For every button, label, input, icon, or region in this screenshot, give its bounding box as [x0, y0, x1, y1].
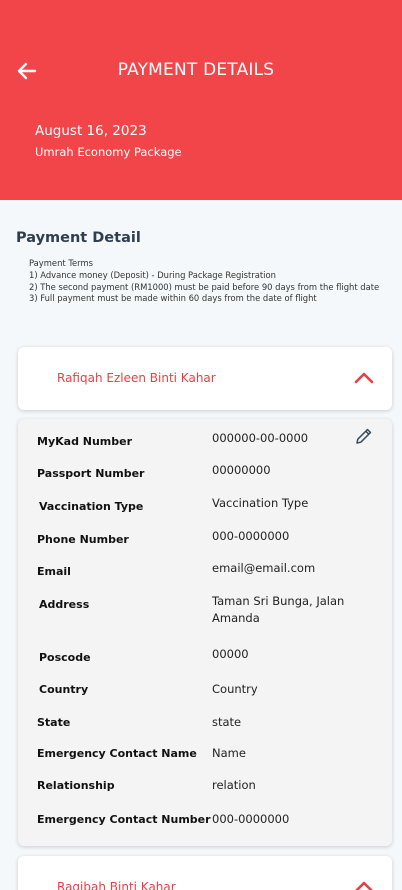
payment-term-item: 2) The second payment (RM1000) must be p…: [29, 281, 380, 292]
field-value-emergency-number: 000-0000000: [212, 812, 290, 826]
field-value-vaccination: Vaccination Type: [212, 496, 309, 510]
field-label-country: Country: [39, 683, 89, 696]
booking-date: August 16, 2023: [35, 123, 147, 139]
field-value-email: email@email.com: [212, 561, 316, 575]
section-title: Payment Detail: [16, 230, 141, 246]
chevron-up-icon: [355, 881, 373, 890]
field-label-emergency-number: Emergency Contact Number: [37, 813, 211, 826]
field-label-state: State: [37, 716, 71, 729]
pilgrim-name: Rafiqah Ezleen Binti Kahar: [57, 371, 216, 385]
package-name: Umrah Economy Package: [35, 145, 182, 159]
header-banner: PAYMENT DETAILS August 16, 2023 Umrah Ec…: [0, 0, 402, 200]
field-value-emergency-name: Name: [212, 746, 246, 760]
field-value-poscode: 00000: [212, 647, 249, 661]
page-title: PAYMENT DETAILS: [117, 60, 275, 80]
field-label-poscode: Poscode: [39, 651, 91, 664]
field-value-mykad: 000000-00-0000: [212, 431, 309, 445]
field-label-emergency-name: Emergency Contact Name: [37, 747, 197, 760]
field-label-email: Email: [37, 565, 71, 578]
field-value-relationship: relation: [212, 778, 256, 792]
payment-term-item: 3) Full payment must be made within 60 d…: [29, 293, 317, 304]
pilgrim-name: Raqibah Binti Kahar: [57, 880, 176, 890]
field-value-phone: 000-0000000: [212, 529, 290, 543]
pilgrim-details-panel: MyKad Number 000000-00-0000 Passport Num…: [18, 419, 392, 846]
field-value-passport: 00000000: [212, 463, 271, 477]
field-label-address: Address: [39, 598, 90, 611]
pilgrim-card-header[interactable]: Raqibah Binti Kahar: [18, 856, 392, 890]
field-label-phone: Phone Number: [37, 533, 129, 546]
field-label-passport: Passport Number: [37, 467, 145, 480]
payment-term-item: 1) Advance money (Deposit) - During Pack…: [29, 269, 276, 280]
field-label-mykad: MyKad Number: [37, 435, 133, 448]
payment-terms-heading: Payment Terms: [29, 258, 93, 268]
field-value-state: state: [212, 715, 242, 729]
pilgrim-card-header[interactable]: Rafiqah Ezleen Binti Kahar: [18, 347, 392, 410]
payment-terms: Payment Terms 1) Advance money (Deposit)…: [29, 258, 399, 305]
field-value-country: Country: [212, 682, 258, 696]
field-label-vaccination: Vaccination Type: [39, 500, 144, 513]
collapse-button[interactable]: [354, 369, 374, 385]
field-value-address: Taman Sri Bunga, Jalan Amanda: [212, 594, 345, 625]
field-label-relationship: Relationship: [37, 779, 115, 792]
collapse-button[interactable]: [354, 878, 374, 890]
chevron-up-icon: [354, 372, 374, 384]
